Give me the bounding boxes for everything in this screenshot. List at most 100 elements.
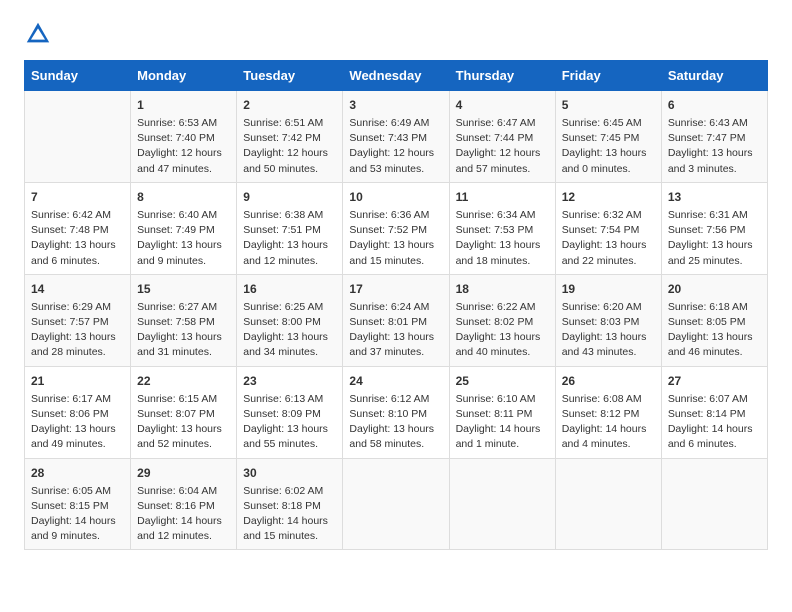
calendar-cell: 23 Sunrise: 6:13 AM Sunset: 8:09 PM Dayli… [237,366,343,458]
cell-content: Sunrise: 6:18 AM Sunset: 8:05 PM Dayligh… [668,300,761,361]
day-number: 13 [668,188,761,206]
page: SundayMondayTuesdayWednesdayThursdayFrid… [0,0,792,570]
day-number: 5 [562,96,655,114]
week-row-1: 1 Sunrise: 6:53 AM Sunset: 7:40 PM Daylig… [25,91,768,183]
calendar-cell: 30 Sunrise: 6:02 AM Sunset: 8:18 PM Dayli… [237,458,343,550]
cell-content: Sunrise: 6:02 AM Sunset: 8:18 PM Dayligh… [243,484,336,545]
calendar-cell: 11 Sunrise: 6:34 AM Sunset: 7:53 PM Dayli… [449,182,555,274]
calendar-cell: 14 Sunrise: 6:29 AM Sunset: 7:57 PM Dayli… [25,274,131,366]
calendar-cell: 3 Sunrise: 6:49 AM Sunset: 7:43 PM Daylig… [343,91,449,183]
day-number: 26 [562,372,655,390]
col-header-monday: Monday [131,61,237,91]
calendar-cell [661,458,767,550]
day-number: 6 [668,96,761,114]
calendar-cell: 13 Sunrise: 6:31 AM Sunset: 7:56 PM Dayli… [661,182,767,274]
day-number: 14 [31,280,124,298]
calendar-cell: 8 Sunrise: 6:40 AM Sunset: 7:49 PM Daylig… [131,182,237,274]
cell-content: Sunrise: 6:29 AM Sunset: 7:57 PM Dayligh… [31,300,124,361]
col-header-friday: Friday [555,61,661,91]
cell-content: Sunrise: 6:08 AM Sunset: 8:12 PM Dayligh… [562,392,655,453]
week-row-3: 14 Sunrise: 6:29 AM Sunset: 7:57 PM Dayli… [25,274,768,366]
day-number: 18 [456,280,549,298]
day-number: 11 [456,188,549,206]
calendar-cell: 19 Sunrise: 6:20 AM Sunset: 8:03 PM Dayli… [555,274,661,366]
cell-content: Sunrise: 6:36 AM Sunset: 7:52 PM Dayligh… [349,208,442,269]
cell-content: Sunrise: 6:34 AM Sunset: 7:53 PM Dayligh… [456,208,549,269]
header-row: SundayMondayTuesdayWednesdayThursdayFrid… [25,61,768,91]
cell-content: Sunrise: 6:13 AM Sunset: 8:09 PM Dayligh… [243,392,336,453]
day-number: 23 [243,372,336,390]
day-number: 29 [137,464,230,482]
cell-content: Sunrise: 6:15 AM Sunset: 8:07 PM Dayligh… [137,392,230,453]
day-number: 19 [562,280,655,298]
col-header-wednesday: Wednesday [343,61,449,91]
day-number: 9 [243,188,336,206]
calendar-cell: 10 Sunrise: 6:36 AM Sunset: 7:52 PM Dayli… [343,182,449,274]
cell-content: Sunrise: 6:25 AM Sunset: 8:00 PM Dayligh… [243,300,336,361]
day-number: 16 [243,280,336,298]
cell-content: Sunrise: 6:32 AM Sunset: 7:54 PM Dayligh… [562,208,655,269]
day-number: 4 [456,96,549,114]
calendar-cell: 5 Sunrise: 6:45 AM Sunset: 7:45 PM Daylig… [555,91,661,183]
cell-content: Sunrise: 6:24 AM Sunset: 8:01 PM Dayligh… [349,300,442,361]
week-row-5: 28 Sunrise: 6:05 AM Sunset: 8:15 PM Dayli… [25,458,768,550]
cell-content: Sunrise: 6:43 AM Sunset: 7:47 PM Dayligh… [668,116,761,177]
col-header-tuesday: Tuesday [237,61,343,91]
calendar-cell: 12 Sunrise: 6:32 AM Sunset: 7:54 PM Dayli… [555,182,661,274]
cell-content: Sunrise: 6:10 AM Sunset: 8:11 PM Dayligh… [456,392,549,453]
day-number: 1 [137,96,230,114]
calendar-cell: 27Sunrise: 6:07 AM Sunset: 8:14 PM Dayli… [661,366,767,458]
calendar-cell: 25 Sunrise: 6:10 AM Sunset: 8:11 PM Dayli… [449,366,555,458]
cell-content: Sunrise: 6:40 AM Sunset: 7:49 PM Dayligh… [137,208,230,269]
day-number: 30 [243,464,336,482]
col-header-sunday: Sunday [25,61,131,91]
calendar-cell [343,458,449,550]
cell-content: Sunrise: 6:53 AM Sunset: 7:40 PM Dayligh… [137,116,230,177]
day-number: 22 [137,372,230,390]
calendar-cell: 24 Sunrise: 6:12 AM Sunset: 8:10 PM Dayli… [343,366,449,458]
day-number: 12 [562,188,655,206]
calendar-cell: 20Sunrise: 6:18 AM Sunset: 8:05 PM Dayli… [661,274,767,366]
calendar-cell: 15 Sunrise: 6:27 AM Sunset: 7:58 PM Dayli… [131,274,237,366]
day-number: 15 [137,280,230,298]
calendar-cell: 17 Sunrise: 6:24 AM Sunset: 8:01 PM Dayli… [343,274,449,366]
calendar-cell: 18Sunrise: 6:22 AM Sunset: 8:02 PM Dayli… [449,274,555,366]
day-number: 28 [31,464,124,482]
cell-content: Sunrise: 6:31 AM Sunset: 7:56 PM Dayligh… [668,208,761,269]
day-number: 25 [456,372,549,390]
calendar-cell: 7Sunrise: 6:42 AM Sunset: 7:48 PM Daylig… [25,182,131,274]
cell-content: Sunrise: 6:47 AM Sunset: 7:44 PM Dayligh… [456,116,549,177]
week-row-4: 21 Sunrise: 6:17 AM Sunset: 8:06 PM Dayli… [25,366,768,458]
day-number: 17 [349,280,442,298]
cell-content: Sunrise: 6:45 AM Sunset: 7:45 PM Dayligh… [562,116,655,177]
day-number: 3 [349,96,442,114]
day-number: 7 [31,188,124,206]
col-header-saturday: Saturday [661,61,767,91]
calendar-cell [449,458,555,550]
cell-content: Sunrise: 6:49 AM Sunset: 7:43 PM Dayligh… [349,116,442,177]
cell-content: Sunrise: 6:20 AM Sunset: 8:03 PM Dayligh… [562,300,655,361]
calendar-cell: 28 Sunrise: 6:05 AM Sunset: 8:15 PM Dayli… [25,458,131,550]
cell-content: Sunrise: 6:17 AM Sunset: 8:06 PM Dayligh… [31,392,124,453]
calendar-cell [25,91,131,183]
cell-content: Sunrise: 6:07 AM Sunset: 8:14 PM Dayligh… [668,392,761,453]
cell-content: Sunrise: 6:04 AM Sunset: 8:16 PM Dayligh… [137,484,230,545]
day-number: 10 [349,188,442,206]
calendar-cell [555,458,661,550]
calendar-cell: 9Sunrise: 6:38 AM Sunset: 7:51 PM Daylig… [237,182,343,274]
day-number: 8 [137,188,230,206]
calendar-cell: 1 Sunrise: 6:53 AM Sunset: 7:40 PM Daylig… [131,91,237,183]
calendar-cell: 21 Sunrise: 6:17 AM Sunset: 8:06 PM Dayli… [25,366,131,458]
cell-content: Sunrise: 6:27 AM Sunset: 7:58 PM Dayligh… [137,300,230,361]
day-number: 24 [349,372,442,390]
calendar-cell: 4 Sunrise: 6:47 AM Sunset: 7:44 PM Daylig… [449,91,555,183]
calendar-cell: 16 Sunrise: 6:25 AM Sunset: 8:00 PM Dayli… [237,274,343,366]
cell-content: Sunrise: 6:05 AM Sunset: 8:15 PM Dayligh… [31,484,124,545]
week-row-2: 7Sunrise: 6:42 AM Sunset: 7:48 PM Daylig… [25,182,768,274]
calendar-cell: 22 Sunrise: 6:15 AM Sunset: 8:07 PM Dayli… [131,366,237,458]
logo-icon [24,20,52,48]
calendar-cell: 26 Sunrise: 6:08 AM Sunset: 8:12 PM Dayli… [555,366,661,458]
col-header-thursday: Thursday [449,61,555,91]
cell-content: Sunrise: 6:12 AM Sunset: 8:10 PM Dayligh… [349,392,442,453]
day-number: 21 [31,372,124,390]
